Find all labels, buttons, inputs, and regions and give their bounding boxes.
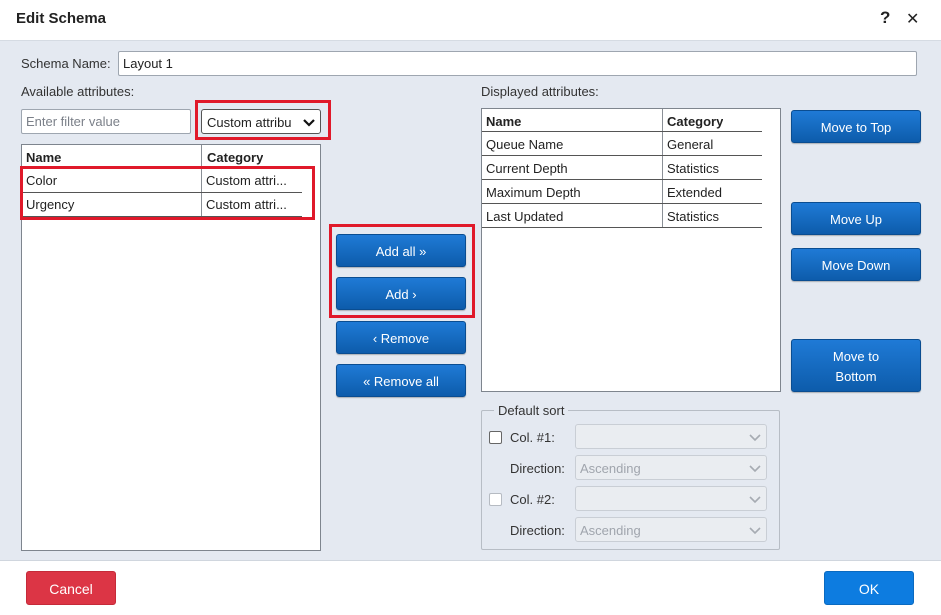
move-to-bottom-button[interactable]: Move to Bottom	[791, 339, 921, 392]
move-to-bottom-label-line2: Bottom	[835, 369, 877, 384]
rows-highlight	[20, 166, 315, 220]
displayed-col-category[interactable]: Category	[667, 114, 723, 129]
filter-input[interactable]: Enter filter value	[21, 109, 191, 134]
direction1-label: Direction:	[510, 461, 565, 476]
dialog-title: Edit Schema	[16, 10, 107, 27]
row-category: General	[667, 137, 714, 152]
move-down-button[interactable]: Move Down	[791, 248, 921, 281]
category-select[interactable]: Custom attribu	[201, 109, 321, 134]
direction1-value: Ascending	[580, 461, 641, 476]
row-name: Queue Name	[486, 137, 564, 152]
table-row[interactable]: Current Depth Statistics	[482, 156, 762, 180]
chevron-down-icon	[749, 434, 761, 442]
ok-button[interactable]: OK	[824, 571, 914, 605]
row-category: Statistics	[667, 209, 720, 224]
direction1-select[interactable]: Ascending	[575, 455, 767, 480]
chevron-down-icon	[303, 119, 315, 127]
remove-label: ‹ Remove	[372, 331, 430, 346]
row-name: Maximum Depth	[486, 185, 581, 200]
move-up-button[interactable]: Move Up	[791, 202, 921, 235]
move-to-bottom-label-line1: Move to	[832, 349, 880, 364]
row-category: Statistics	[667, 161, 720, 176]
help-icon[interactable]: ?	[880, 8, 890, 28]
add-all-button[interactable]: Add all »	[336, 234, 466, 267]
available-col-name[interactable]: Name	[26, 150, 61, 165]
table-row[interactable]: Queue Name General	[482, 132, 762, 156]
col2-label: Col. #2:	[510, 492, 555, 507]
schema-name-input[interactable]: Layout 1	[118, 51, 917, 76]
schema-name-value: Layout 1	[123, 56, 173, 71]
cancel-label: Cancel	[49, 581, 93, 597]
chevron-down-icon	[749, 496, 761, 504]
category-select-value: Custom attribu	[207, 115, 292, 130]
row-divider	[482, 227, 762, 228]
available-attributes-label: Available attributes:	[21, 84, 135, 99]
row-name: Current Depth	[486, 161, 568, 176]
schema-name-label: Schema Name:	[21, 56, 111, 71]
table-row[interactable]: Maximum Depth Extended	[482, 180, 762, 204]
col1-checkbox[interactable]	[489, 431, 502, 444]
displayed-attributes-label: Displayed attributes:	[481, 84, 599, 99]
dialog-footer	[0, 560, 941, 615]
default-sort-legend: Default sort	[494, 403, 569, 418]
dialog-titlebar: Edit Schema ? ✕	[0, 0, 941, 40]
direction2-select[interactable]: Ascending	[575, 517, 767, 542]
col1-label: Col. #1:	[510, 430, 555, 445]
available-col-category[interactable]: Category	[207, 150, 263, 165]
remove-all-label: « Remove all	[363, 374, 439, 389]
direction2-value: Ascending	[580, 523, 641, 538]
add-all-label: Add all »	[375, 244, 427, 259]
col2-checkbox[interactable]	[489, 493, 502, 506]
close-icon[interactable]: ✕	[906, 9, 919, 29]
col1-select[interactable]	[575, 424, 767, 449]
displayed-col-name[interactable]: Name	[486, 114, 521, 129]
col2-select[interactable]	[575, 486, 767, 511]
row-category: Extended	[667, 185, 722, 200]
add-button[interactable]: Add ›	[336, 277, 466, 310]
remove-all-button[interactable]: « Remove all	[336, 364, 466, 397]
direction2-label: Direction:	[510, 523, 565, 538]
row-name: Last Updated	[486, 209, 564, 224]
add-label: Add ›	[385, 287, 417, 302]
move-to-top-label: Move to Top	[820, 120, 892, 135]
table-row[interactable]: Last Updated Statistics	[482, 204, 762, 228]
filter-placeholder: Enter filter value	[26, 114, 120, 129]
chevron-down-icon	[749, 465, 761, 473]
ok-label: OK	[858, 581, 880, 597]
move-down-label: Move Down	[821, 258, 891, 273]
cancel-button[interactable]: Cancel	[26, 571, 116, 605]
move-to-top-button[interactable]: Move to Top	[791, 110, 921, 143]
move-up-label: Move Up	[829, 212, 883, 227]
chevron-down-icon	[749, 527, 761, 535]
remove-button[interactable]: ‹ Remove	[336, 321, 466, 354]
